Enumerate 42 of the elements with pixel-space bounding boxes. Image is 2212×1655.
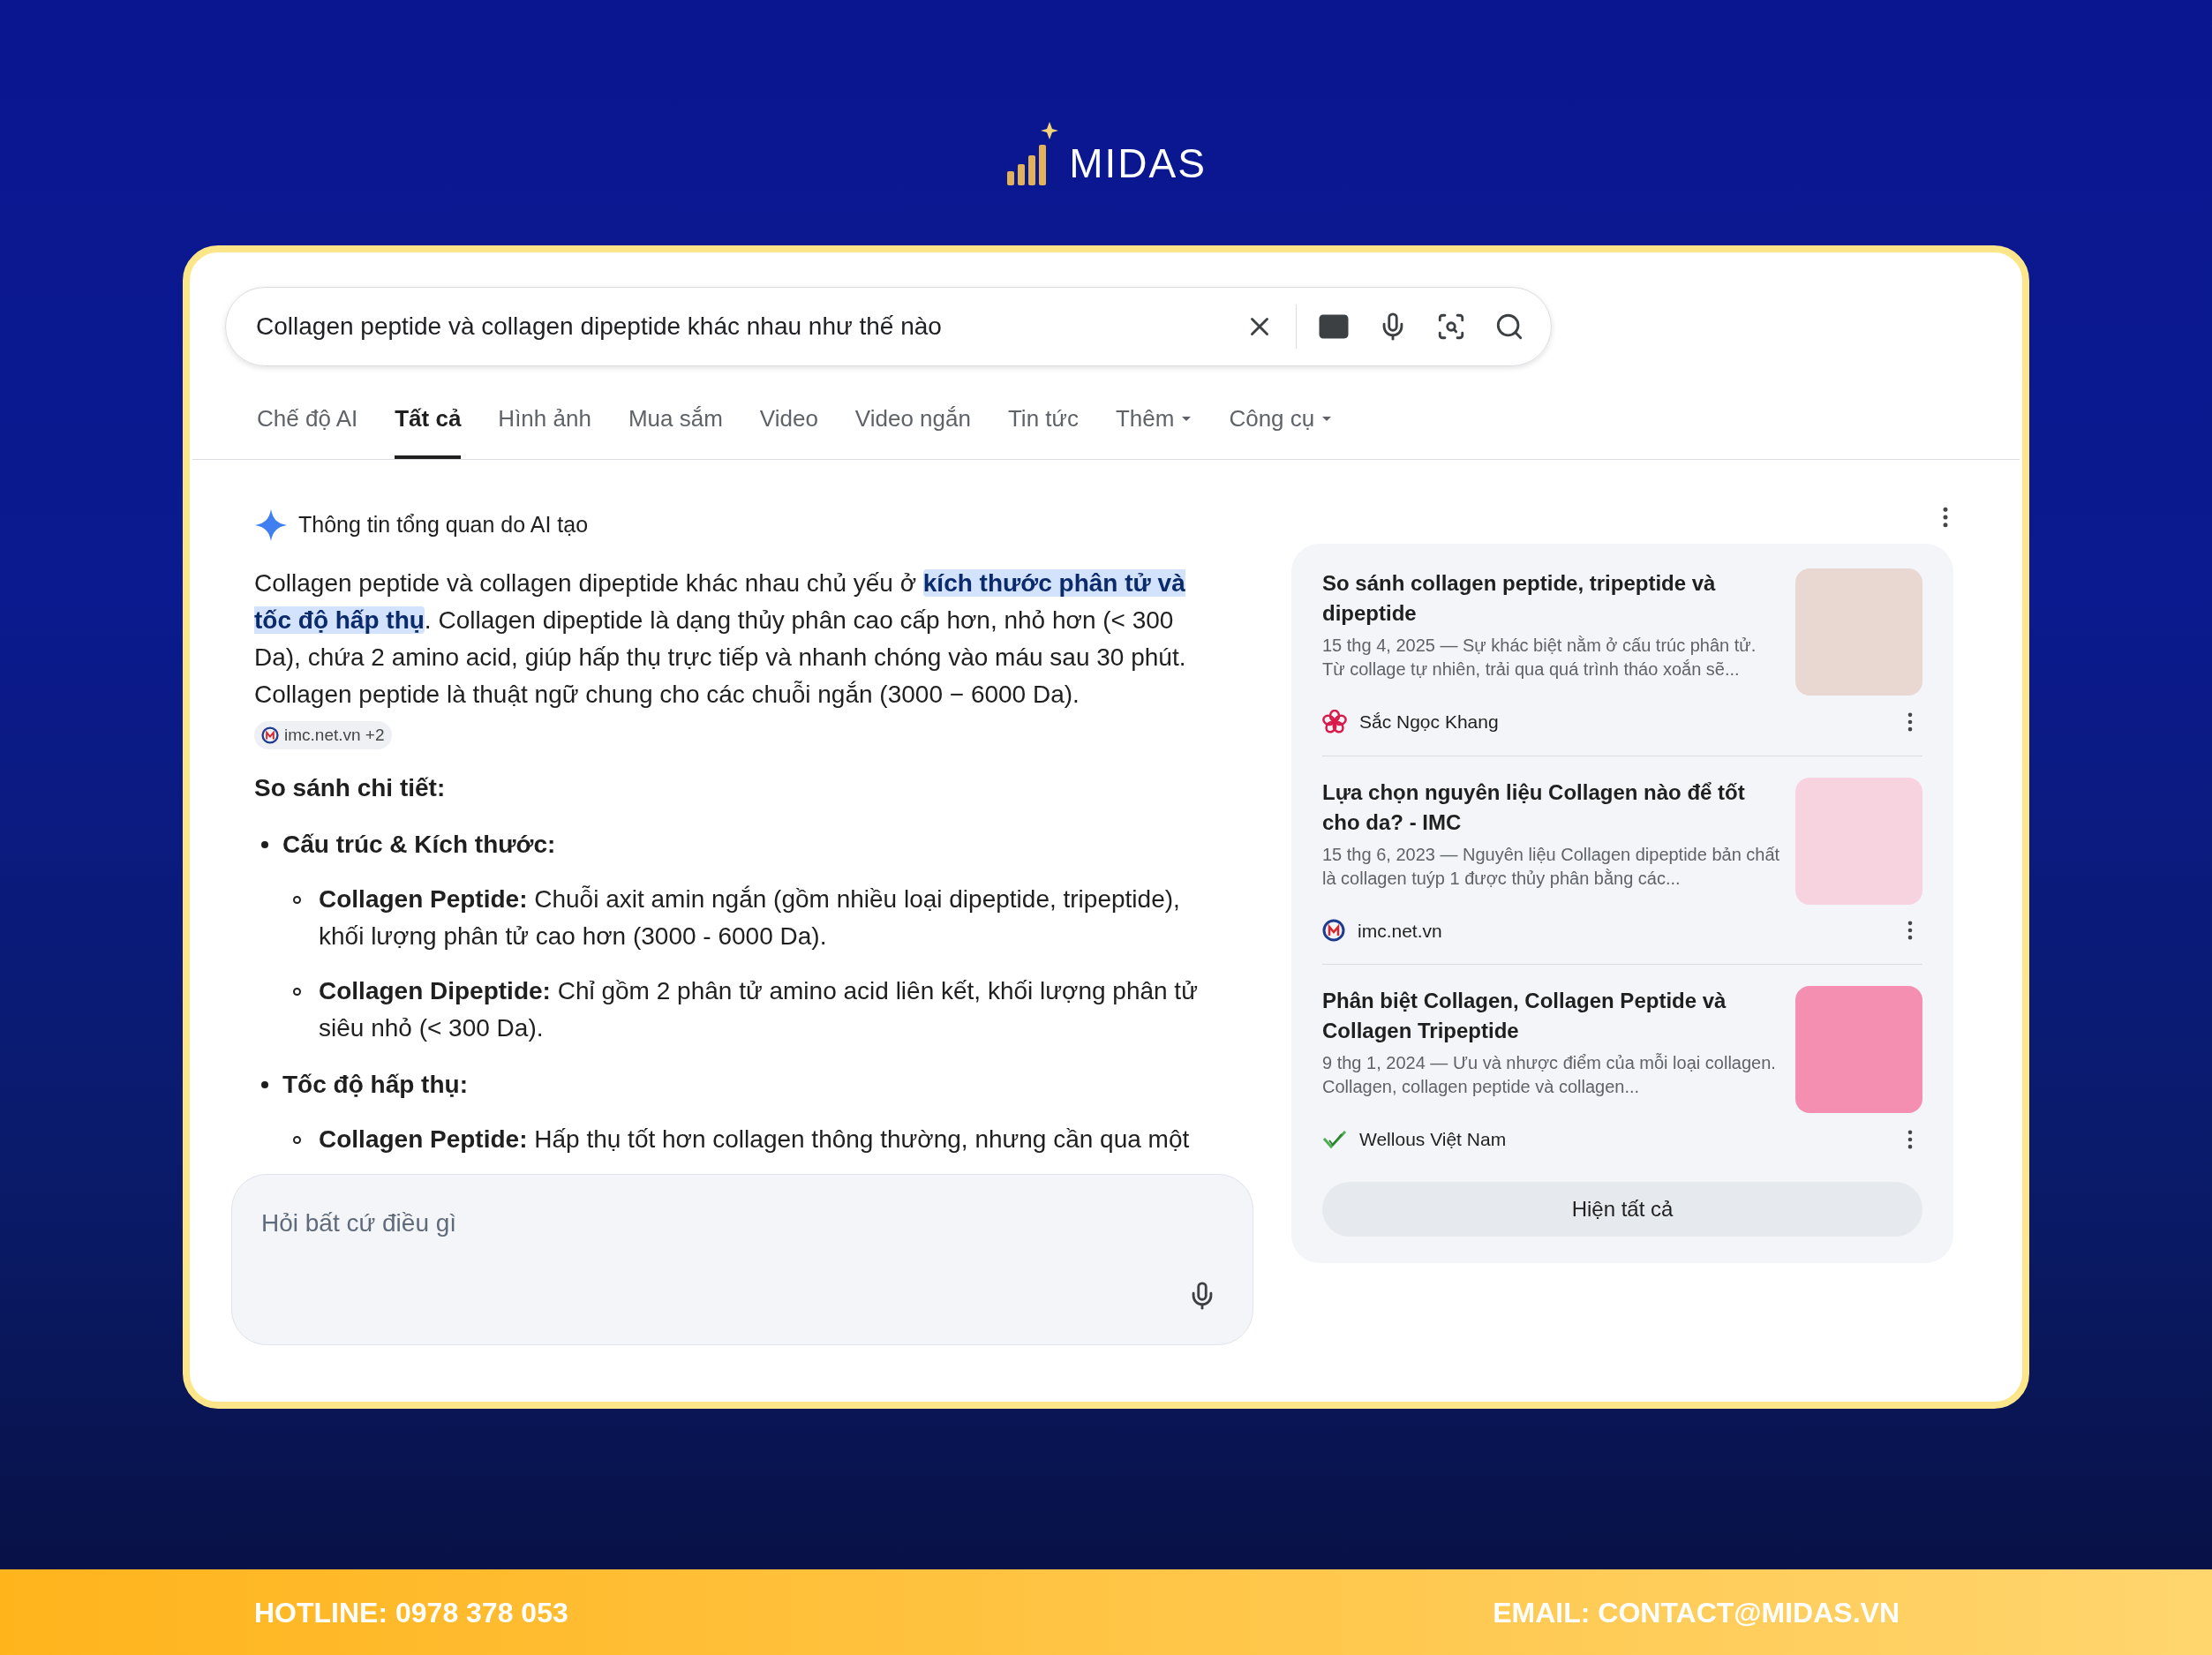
- source-site: imc.net.vn: [1358, 919, 1443, 943]
- ai-overview-title: Thông tin tổng quan do AI tạo: [298, 511, 589, 539]
- ask-field[interactable]: Hỏi bất cứ điều gì: [231, 1174, 1253, 1345]
- brand-name: MIDAS: [1069, 143, 1207, 187]
- search-tab[interactable]: Tin tức: [1007, 400, 1079, 459]
- source-title[interactable]: Phân biệt Collagen, Collagen Peptide và Collagen Tripeptide: [1322, 986, 1781, 1046]
- email-text: EMAIL: CONTACT@MIDAS.VN: [1493, 1595, 1900, 1630]
- search-query: Collagen peptide và collagen dipeptide khác nhau như thế nào: [256, 312, 943, 342]
- circle-logo-icon: [261, 726, 279, 744]
- logo-icon: [1005, 120, 1059, 187]
- source-snippet: 15 thg 4, 2025 — Sự khác biệt nằm ở cấu trúc phân tử. Từ collage tự nhiên, trải qua quá trình tháo xoắn sẽ...: [1322, 635, 1757, 681]
- search-tab[interactable]: Video ngắn: [854, 400, 971, 459]
- hotline-text: HOTLINE: 0978 378 053: [254, 1595, 568, 1630]
- search-tab[interactable]: Video: [759, 400, 818, 459]
- sparkle-icon: [254, 508, 288, 542]
- circle-logo-icon: [1322, 919, 1345, 943]
- bullet-title: Tốc độ hấp thụ:: [282, 1070, 468, 1100]
- source-site: Sắc Ngọc Khang: [1359, 711, 1500, 733]
- bullet-text: Collagen Peptide: Chuỗi axit amin ngắn (gồm nhiều loại dipeptide, tripeptide), khối lượng phân tử cao hơn (3000 - 6000 Da).: [319, 884, 1181, 952]
- ask-placeholder: Hỏi bất cứ điều gì: [261, 1209, 457, 1237]
- checkmark-icon: [1322, 1129, 1347, 1149]
- source-chip[interactable]: imc.net.vn +2: [254, 720, 392, 749]
- flower-icon: [1322, 709, 1347, 734]
- show-all-button[interactable]: Hiện tất cả: [1322, 1181, 1922, 1237]
- bullet-title: Cấu trúc & Kích thước:: [282, 830, 556, 860]
- source-site: Wellous Việt Nam: [1359, 1128, 1508, 1151]
- search-tab[interactable]: Tất cả: [395, 400, 462, 459]
- summary-paragraph: Collagen peptide và collagen dipeptide khác nhau chủ yếu ở kích thước phân tử và tốc độ hấp thụ. Collagen dipeptide là dạng thủy phân cao cấp hơn, nhỏ hơn (< 300 Da), chứa 2 amino acid, giúp hấp thụ trực tiếp và nhanh chóng vào máu sau 30 phút. Collagen peptide là thuật ngữ chung cho các chuỗi ngắn (3000 − 6000 Da).: [254, 568, 1187, 710]
- source-snippet: 15 thg 6, 2023 — Nguyên liệu Collagen dipeptide bản chất là collagen tuýp 1 được thủy phân bằng các...: [1322, 843, 1781, 890]
- search-tab[interactable]: Công cụ: [1229, 400, 1333, 459]
- search-tab[interactable]: Chế độ AI: [257, 400, 358, 459]
- bullet-text: Collagen Dipeptide: Chỉ gồm 2 phân tử amino acid liên kết, khối lượng phân tử siêu nhỏ (< 300 Da).: [319, 976, 1199, 1043]
- search-tab[interactable]: Thêm: [1115, 400, 1193, 459]
- source-title[interactable]: So sánh collagen peptide, tripeptide và dipeptide: [1322, 568, 1781, 628]
- camera-search-icon[interactable]: [1436, 312, 1466, 342]
- bullet-text: Collagen Peptide: Hấp thụ tốt hơn collagen thông thường, nhưng cần qua một: [319, 1125, 1190, 1155]
- source-snippet: 9 thg 1, 2024 — Ưu và nhược điểm của mỗi loại collagen. Collagen, collagen peptide và collagen...: [1322, 1052, 1777, 1098]
- search-icon[interactable]: [1494, 312, 1524, 342]
- search-tab[interactable]: Hình ảnh: [498, 400, 591, 459]
- section-heading: So sánh chi tiết:: [254, 773, 447, 803]
- source-title[interactable]: Lựa chọn nguyên liệu Collagen nào để tốt cho da? - IMC: [1322, 777, 1781, 838]
- search-tab[interactable]: Mua sắm: [628, 400, 723, 459]
